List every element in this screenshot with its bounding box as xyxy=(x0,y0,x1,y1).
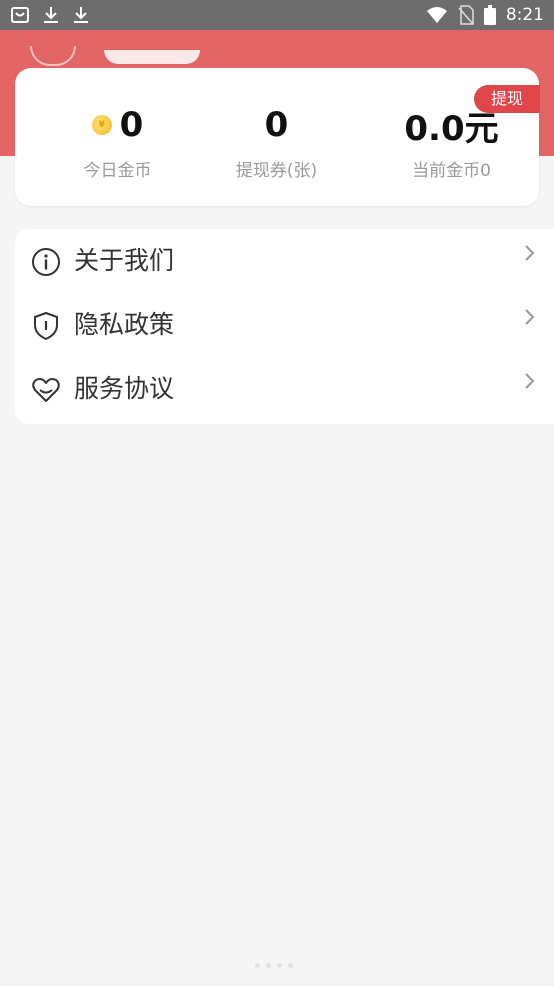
menu-item-label: 关于我们 xyxy=(74,246,175,275)
username-pill xyxy=(104,50,200,64)
shopping-bag-notification-icon xyxy=(11,7,29,23)
page-dot xyxy=(255,963,260,968)
vouchers-stat: 0 提现券(张) xyxy=(189,98,364,181)
page-indicator xyxy=(255,963,293,968)
wifi-icon xyxy=(426,7,447,23)
current-balance-label: 当前金币0 xyxy=(412,161,491,181)
earnings-card: 提现 ¥ 0 今日金币 0 提现券(张) 0.0元 当前金币0 xyxy=(15,68,540,206)
system-icons: 8:21 xyxy=(426,4,544,26)
today-coins-stat: ¥ 0 今日金币 xyxy=(30,98,205,181)
avatar[interactable] xyxy=(30,46,76,66)
chevron-right-icon xyxy=(525,373,535,389)
notification-icons xyxy=(10,5,90,25)
vouchers-value: 0 xyxy=(264,105,289,145)
download-icon xyxy=(44,7,58,23)
heart-smile-icon xyxy=(32,378,60,402)
current-balance-value: 0.0元 xyxy=(404,108,499,149)
page-dot xyxy=(277,963,282,968)
menu-item-service-agreement[interactable]: 服务协议 xyxy=(15,357,554,421)
info-icon xyxy=(32,248,60,276)
chevron-right-icon xyxy=(525,245,535,261)
today-coins-value: 0 xyxy=(119,105,144,145)
menu-item-privacy-policy[interactable]: 隐私政策 xyxy=(15,293,554,357)
today-coins-label: 今日金币 xyxy=(83,161,152,181)
battery-icon xyxy=(483,5,496,25)
status-bar: 8:21 xyxy=(0,0,554,30)
current-balance-stat: 0.0元 当前金币0 xyxy=(364,98,539,182)
menu-item-label: 服务协议 xyxy=(74,374,175,403)
vouchers-label: 提现券(张) xyxy=(235,161,318,181)
menu-item-label: 隐私政策 xyxy=(74,310,175,339)
download-icon xyxy=(74,7,88,23)
clock: 8:21 xyxy=(505,5,544,25)
shield-icon xyxy=(34,311,58,341)
chevron-right-icon xyxy=(525,309,535,325)
settings-menu: 关于我们 隐私政策 服务协议 xyxy=(15,229,554,424)
coin-icon: ¥ xyxy=(91,115,112,135)
menu-item-about-us[interactable]: 关于我们 xyxy=(15,229,554,293)
page-dot xyxy=(266,963,271,968)
page-dot xyxy=(288,963,293,968)
no-sim-icon xyxy=(458,5,474,25)
